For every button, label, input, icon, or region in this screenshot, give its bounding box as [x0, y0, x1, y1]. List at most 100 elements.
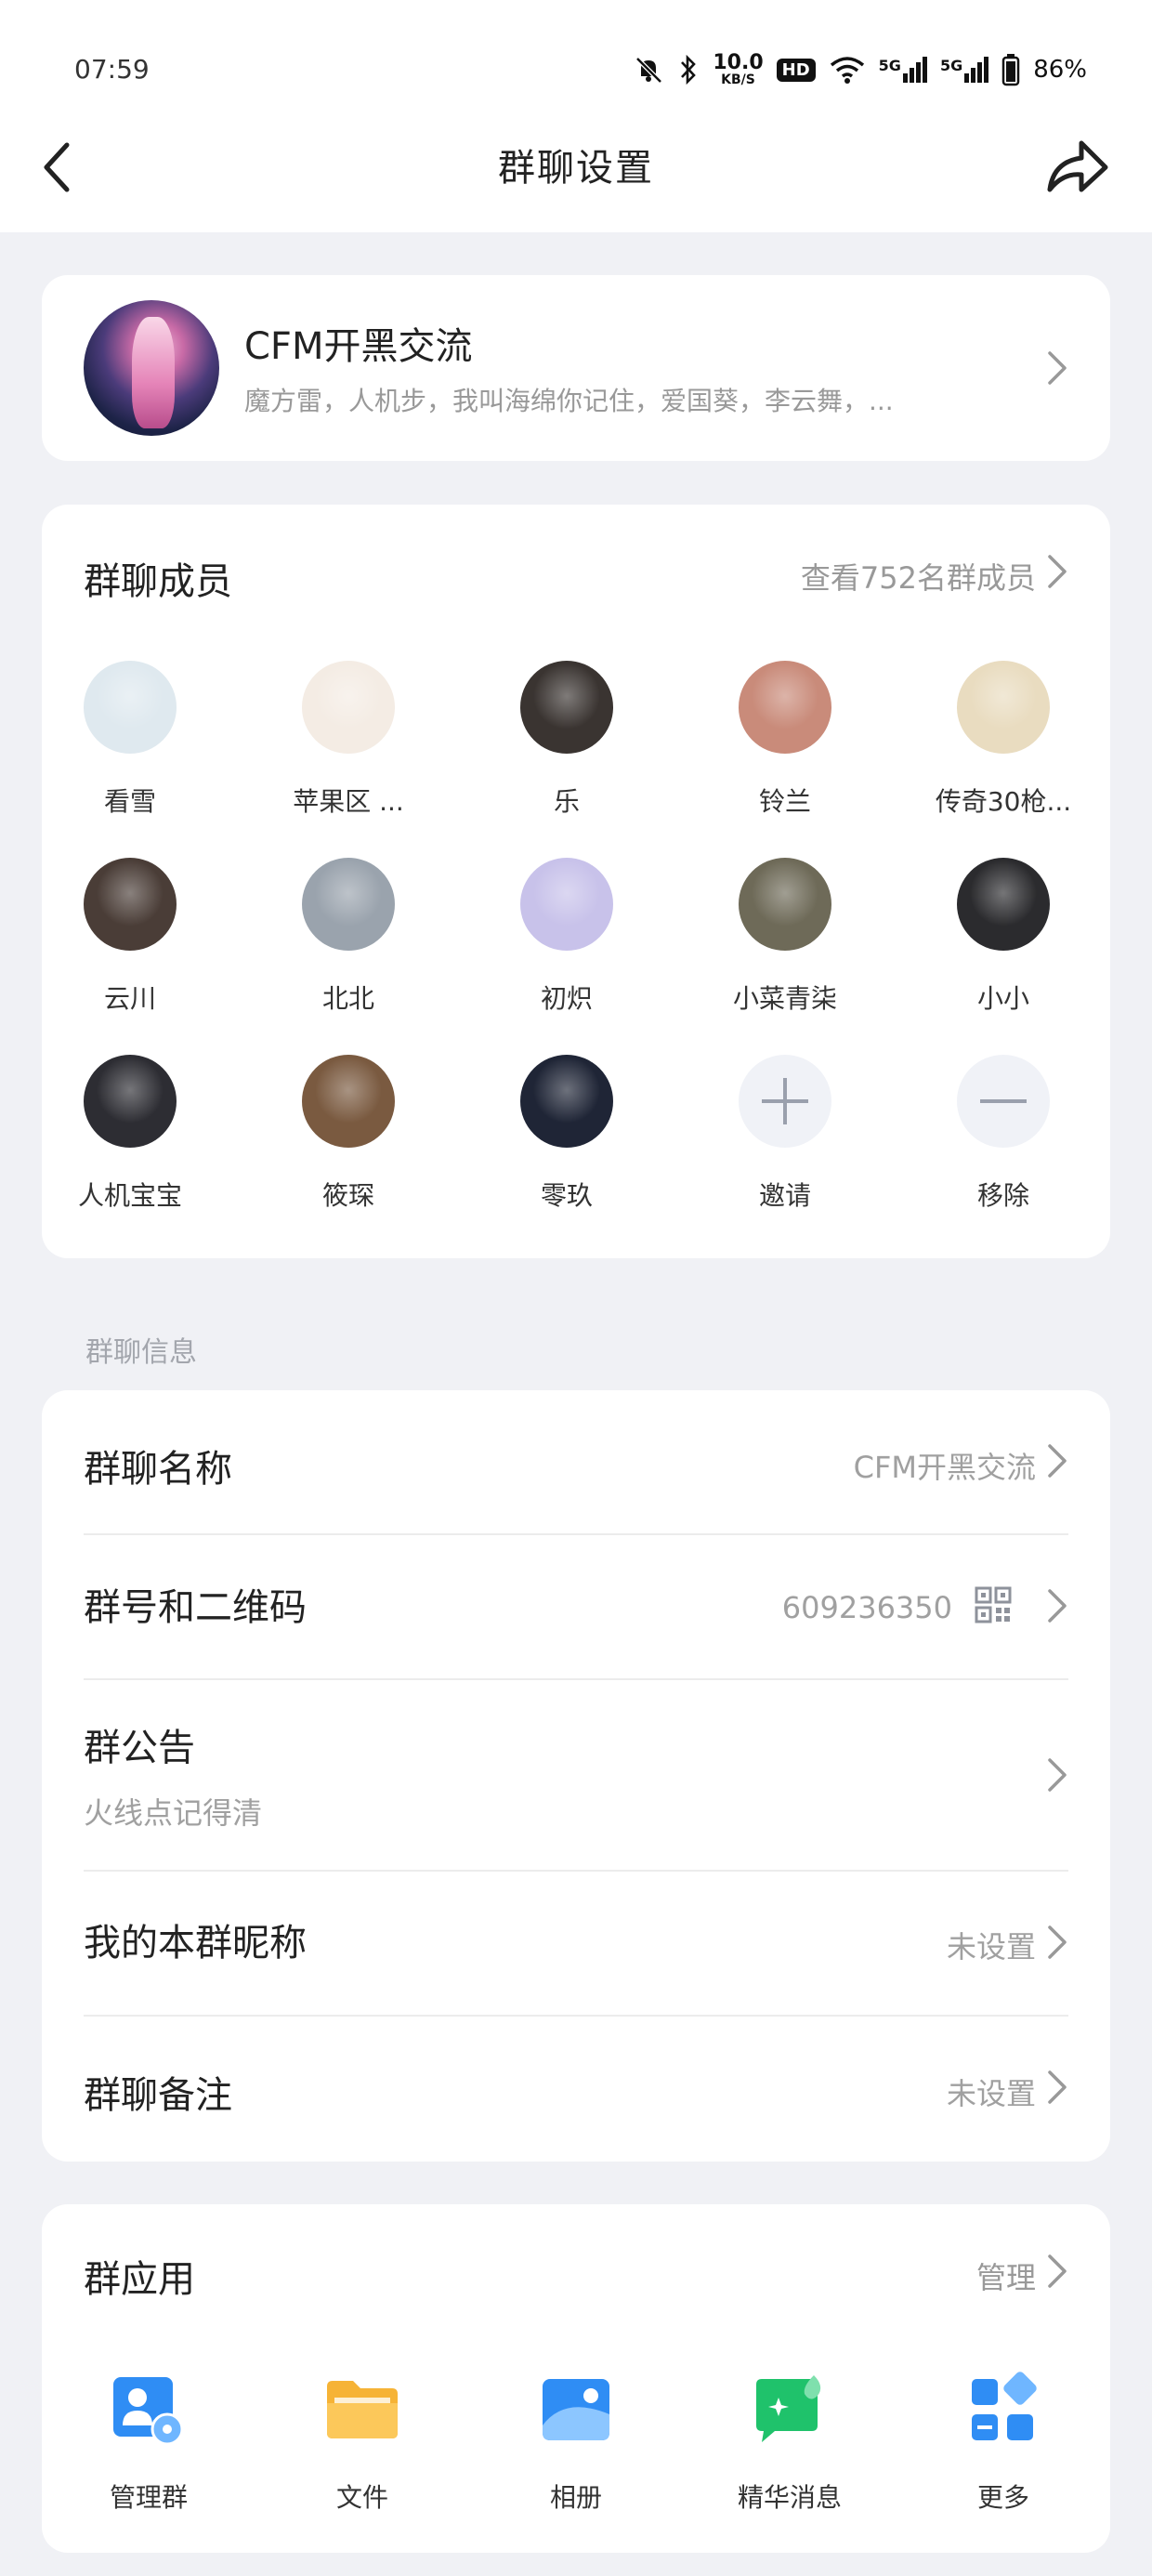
app-label: 精华消息: [737, 2482, 842, 2513]
group-avatar: [84, 300, 219, 436]
view-all-members-link[interactable]: 查看752名群成员: [801, 555, 1036, 598]
member-name: 云川: [103, 983, 156, 1014]
page-title: 群聊设置: [498, 147, 654, 190]
member-item[interactable]: 传奇30枪...: [910, 661, 1096, 819]
app-files[interactable]: 文件: [255, 2372, 469, 2515]
group-remark-row[interactable]: 群聊备注 未设置: [42, 2017, 1110, 2162]
mute-bell-icon: [635, 57, 663, 84]
qr-code-icon: [975, 1586, 1012, 1623]
chevron-right-icon[interactable]: [1046, 553, 1068, 590]
group-number-label: 群号和二维码: [84, 1586, 307, 1629]
manage-group-icon: [113, 2377, 184, 2446]
member-name: 初炽: [540, 983, 593, 1014]
app-more[interactable]: 更多: [897, 2372, 1110, 2515]
more-apps-icon: [972, 2372, 1037, 2440]
apps-title: 群应用: [84, 2258, 195, 2301]
member-name: 零玖: [540, 1180, 593, 1211]
status-bar: 07:59 10.0 KB/S HD 5G 5G 86%: [0, 37, 1152, 102]
group-remark-label: 群聊备注: [84, 2074, 232, 2117]
signal-1: 5G: [879, 57, 927, 83]
my-nickname-label: 我的本群昵称: [84, 1922, 307, 1965]
app-featured-messages[interactable]: 精华消息: [683, 2372, 897, 2515]
album-icon: [543, 2379, 609, 2440]
member-name: 小菜青柒: [732, 983, 837, 1014]
group-number-row[interactable]: 群号和二维码 609236350: [42, 1535, 1110, 1680]
member-name: 北北: [321, 983, 374, 1014]
bluetooth-icon: [681, 54, 697, 85]
status-time: 07:59: [74, 54, 150, 85]
chevron-right-icon: [1048, 1589, 1067, 1623]
invite-member-button[interactable]: 邀请: [692, 1055, 878, 1213]
folder-icon: [327, 2381, 398, 2438]
member-item[interactable]: 苹果区 ...: [255, 661, 441, 819]
member-name: 人机宝宝: [77, 1180, 182, 1211]
member-name: 筱琛: [321, 1180, 374, 1211]
member-item[interactable]: 小菜青柒: [692, 858, 878, 1016]
members-title: 群聊成员: [84, 560, 232, 603]
member-item[interactable]: 零玖: [474, 1055, 660, 1213]
app-label: 相册: [549, 2482, 602, 2513]
member-avatar: [520, 1055, 613, 1148]
manage-apps-link[interactable]: 管理: [976, 2254, 1036, 2297]
member-item[interactable]: 铃兰: [692, 661, 878, 819]
group-apps-card: 群应用 管理 管理群 文件 相册 精华消息 更多: [42, 2204, 1110, 2553]
group-notice-label: 群公告: [84, 1727, 195, 1769]
member-avatar: [84, 858, 177, 951]
member-avatar: [84, 1055, 177, 1148]
member-avatar: [739, 661, 831, 754]
chevron-right-icon[interactable]: [1046, 2253, 1068, 2290]
member-avatar: [520, 661, 613, 754]
remove-member-button[interactable]: 移除: [910, 1055, 1096, 1213]
chevron-right-icon: [1048, 1925, 1067, 1959]
member-name: 看雪: [103, 786, 156, 817]
app-manage-group[interactable]: 管理群: [42, 2372, 255, 2515]
my-nickname-row[interactable]: 我的本群昵称 未设置: [42, 1872, 1110, 2017]
group-members-preview: 魔方雷，人机步，我叫海绵你记住，爱国葵，李云舞，...: [244, 386, 894, 416]
member-avatar: [957, 858, 1050, 951]
member-avatar: [957, 661, 1050, 754]
member-name: 铃兰: [758, 786, 811, 817]
member-item[interactable]: 云川: [37, 858, 223, 1016]
group-number-value: 609236350: [781, 1590, 952, 1625]
member-item[interactable]: 看雪: [37, 661, 223, 819]
invite-label: 邀请: [758, 1180, 811, 1211]
group-notice-row[interactable]: 群公告 火线点记得清: [42, 1680, 1110, 1872]
group-name-row[interactable]: 群聊名称 CFM开黑交流: [42, 1390, 1110, 1535]
featured-message-icon: [756, 2375, 821, 2442]
member-item[interactable]: 北北: [255, 858, 441, 1016]
group-name: CFM开黑交流: [244, 325, 473, 368]
share-icon[interactable]: [1044, 136, 1111, 197]
group-remark-value: 未设置: [946, 2076, 1036, 2111]
members-card: 群聊成员 查看752名群成员 看雪 苹果区 ... 乐 铃兰 传奇30枪... …: [42, 505, 1110, 1258]
net-speed: 10.0 KB/S: [713, 51, 764, 87]
member-item[interactable]: 初炽: [474, 858, 660, 1016]
member-name: 小小: [976, 983, 1029, 1014]
member-item[interactable]: 乐: [474, 661, 660, 819]
signal-2: 5G: [939, 57, 989, 83]
net-speed-unit: KB/S: [721, 72, 755, 87]
signal-1-label: 5G: [878, 57, 901, 74]
nav-bar: 群聊设置: [0, 121, 1152, 214]
group-profile-card[interactable]: CFM开黑交流 魔方雷，人机步，我叫海绵你记住，爱国葵，李云舞，...: [42, 275, 1110, 461]
app-album[interactable]: 相册: [469, 2372, 683, 2515]
group-name-label: 群聊名称: [84, 1448, 232, 1491]
chevron-right-icon: [1048, 2070, 1067, 2104]
remove-label: 移除: [976, 1180, 1029, 1211]
member-item[interactable]: 筱琛: [255, 1055, 441, 1213]
wifi-icon: [830, 57, 864, 84]
chevron-right-icon: [1048, 351, 1067, 385]
chevron-right-icon: [1048, 1444, 1067, 1478]
member-avatar: [302, 858, 395, 951]
battery-level: 86%: [1033, 56, 1087, 84]
signal-2-label: 5G: [939, 57, 963, 74]
hd-badge: HD: [776, 58, 816, 82]
net-speed-value: 10.0: [713, 51, 764, 74]
group-notice-content: 火线点记得清: [84, 1795, 263, 1831]
member-avatar: [520, 858, 613, 951]
hd-label: HD: [781, 59, 810, 80]
member-item[interactable]: 人机宝宝: [37, 1055, 223, 1213]
group-name-value: CFM开黑交流: [853, 1450, 1036, 1485]
member-avatar: [302, 661, 395, 754]
chevron-right-icon: [1048, 1758, 1067, 1792]
member-item[interactable]: 小小: [910, 858, 1096, 1016]
